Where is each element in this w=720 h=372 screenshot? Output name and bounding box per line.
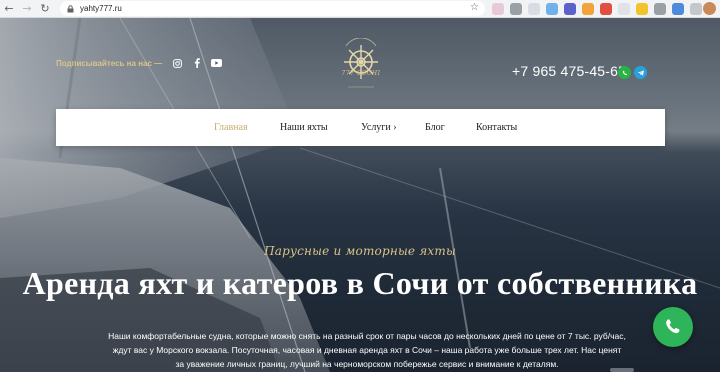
nav-item-home[interactable]: Главная [214,122,248,133]
extensions-bar [492,3,702,15]
nav-item-contacts[interactable]: Контакты [476,122,517,133]
main-navigation: Главная Наши яхты Услуги › Блог Контакты [56,109,665,146]
facebook-icon[interactable] [191,57,203,69]
nav-item-yachts[interactable]: Наши яхты [280,122,328,133]
phone-number[interactable]: +7 965 475-45-65 [512,63,626,79]
nav-item-services[interactable]: Услуги › [361,122,397,133]
subscribe-label: Подписывайтесь на нас — [56,59,163,68]
extension-icon[interactable] [672,3,684,15]
extension-icon[interactable] [510,3,522,15]
whatsapp-icon[interactable] [618,66,631,79]
scroll-indicator [610,368,634,372]
avatar[interactable] [703,2,716,15]
youtube-icon[interactable] [210,57,222,69]
extension-icon[interactable] [600,3,612,15]
nav-item-blog[interactable]: Блог [425,122,445,133]
logo-helm-icon[interactable] [336,38,386,94]
phone-icon [666,319,680,334]
extension-icon[interactable] [546,3,558,15]
hero-description: Наши комфортабельные судна, которые можн… [108,331,626,369]
browser-toolbar: ← → ↻ yahty777.ru ☆ [0,0,720,18]
forward-icon[interactable]: → [18,0,36,18]
call-button[interactable] [653,307,693,347]
extension-icon[interactable] [654,3,666,15]
instagram-icon[interactable] [171,57,183,69]
extension-icon[interactable] [528,3,540,15]
url-text: yahty777.ru [80,4,122,13]
extension-icon[interactable] [564,3,576,15]
logo-text: 777 SOCHI [341,70,381,77]
extension-icon[interactable] [618,3,630,15]
reload-icon[interactable]: ↻ [36,0,54,18]
extension-icon[interactable] [582,3,594,15]
telegram-icon[interactable] [634,66,647,79]
extension-icon[interactable] [636,3,648,15]
back-icon[interactable]: ← [0,0,18,18]
lock-icon [66,4,75,13]
extension-icon[interactable] [492,3,504,15]
hero-tagline: Парусные и моторные яхты [264,244,456,258]
page-title: Аренда яхт и катеров в Сочи от собственн… [22,265,698,301]
puzzle-icon[interactable] [690,3,702,15]
hero-section: Подписывайтесь на нас — 777 SOCHI +7 965… [0,18,720,372]
bookmark-star-icon[interactable]: ☆ [470,2,479,13]
address-bar[interactable]: yahty777.ru ☆ [60,1,485,16]
